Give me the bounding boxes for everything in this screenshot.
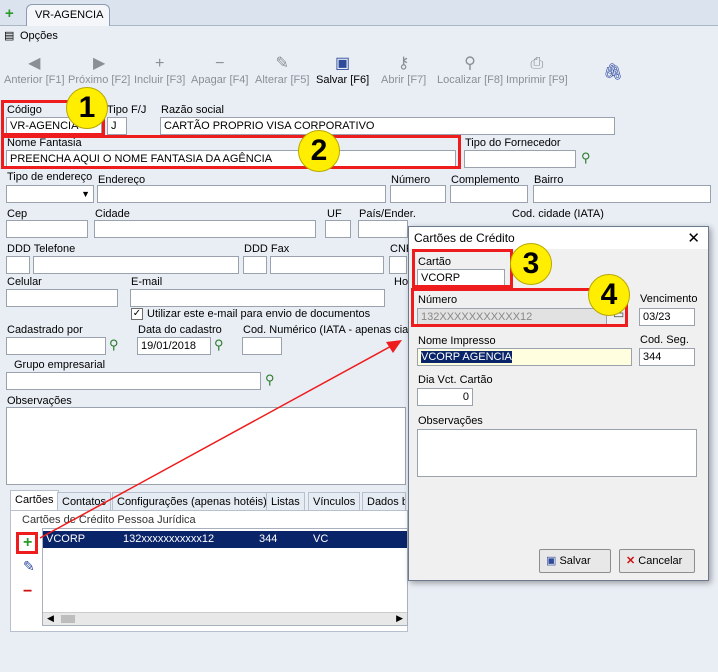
- dialog-observacoes-textarea[interactable]: [417, 429, 697, 477]
- step-badge-1: 1: [66, 87, 108, 129]
- highlight-box-cartao: [412, 249, 513, 288]
- close-icon: ✕: [626, 555, 636, 567]
- step-badge-4: 4: [588, 274, 630, 316]
- step-badge-3: 3: [510, 243, 552, 285]
- dialog-cancel-button[interactable]: ✕ Cancelar: [619, 549, 695, 573]
- dialog-dia-vct-input[interactable]: 0: [417, 388, 473, 406]
- dialog-vencimento-input[interactable]: 03/23: [639, 308, 695, 326]
- floppy-icon: ▣: [546, 555, 557, 567]
- dialog-nome-impresso-input[interactable]: VCORP AGENCIA: [417, 348, 632, 366]
- close-icon[interactable]: ✕: [687, 229, 700, 247]
- step-badge-2: 2: [298, 130, 340, 172]
- dialog-vencimento-label: Vencimento: [640, 293, 698, 305]
- dialog-title: Cartões de Crédito: [414, 231, 515, 245]
- dialog-cod-seg-input[interactable]: 344: [639, 348, 695, 366]
- dialog-nome-impresso-label: Nome Impresso: [418, 335, 496, 347]
- dialog-observacoes-label: Observações: [418, 415, 483, 427]
- dialog-save-button[interactable]: ▣ Salvar: [539, 549, 611, 573]
- dialog-titlebar: Cartões de Crédito ✕: [409, 227, 708, 249]
- dialog-dia-vct-label: Dia Vct. Cartão: [418, 374, 493, 386]
- dialog-cod-seg-label: Cod. Seg.: [640, 334, 689, 346]
